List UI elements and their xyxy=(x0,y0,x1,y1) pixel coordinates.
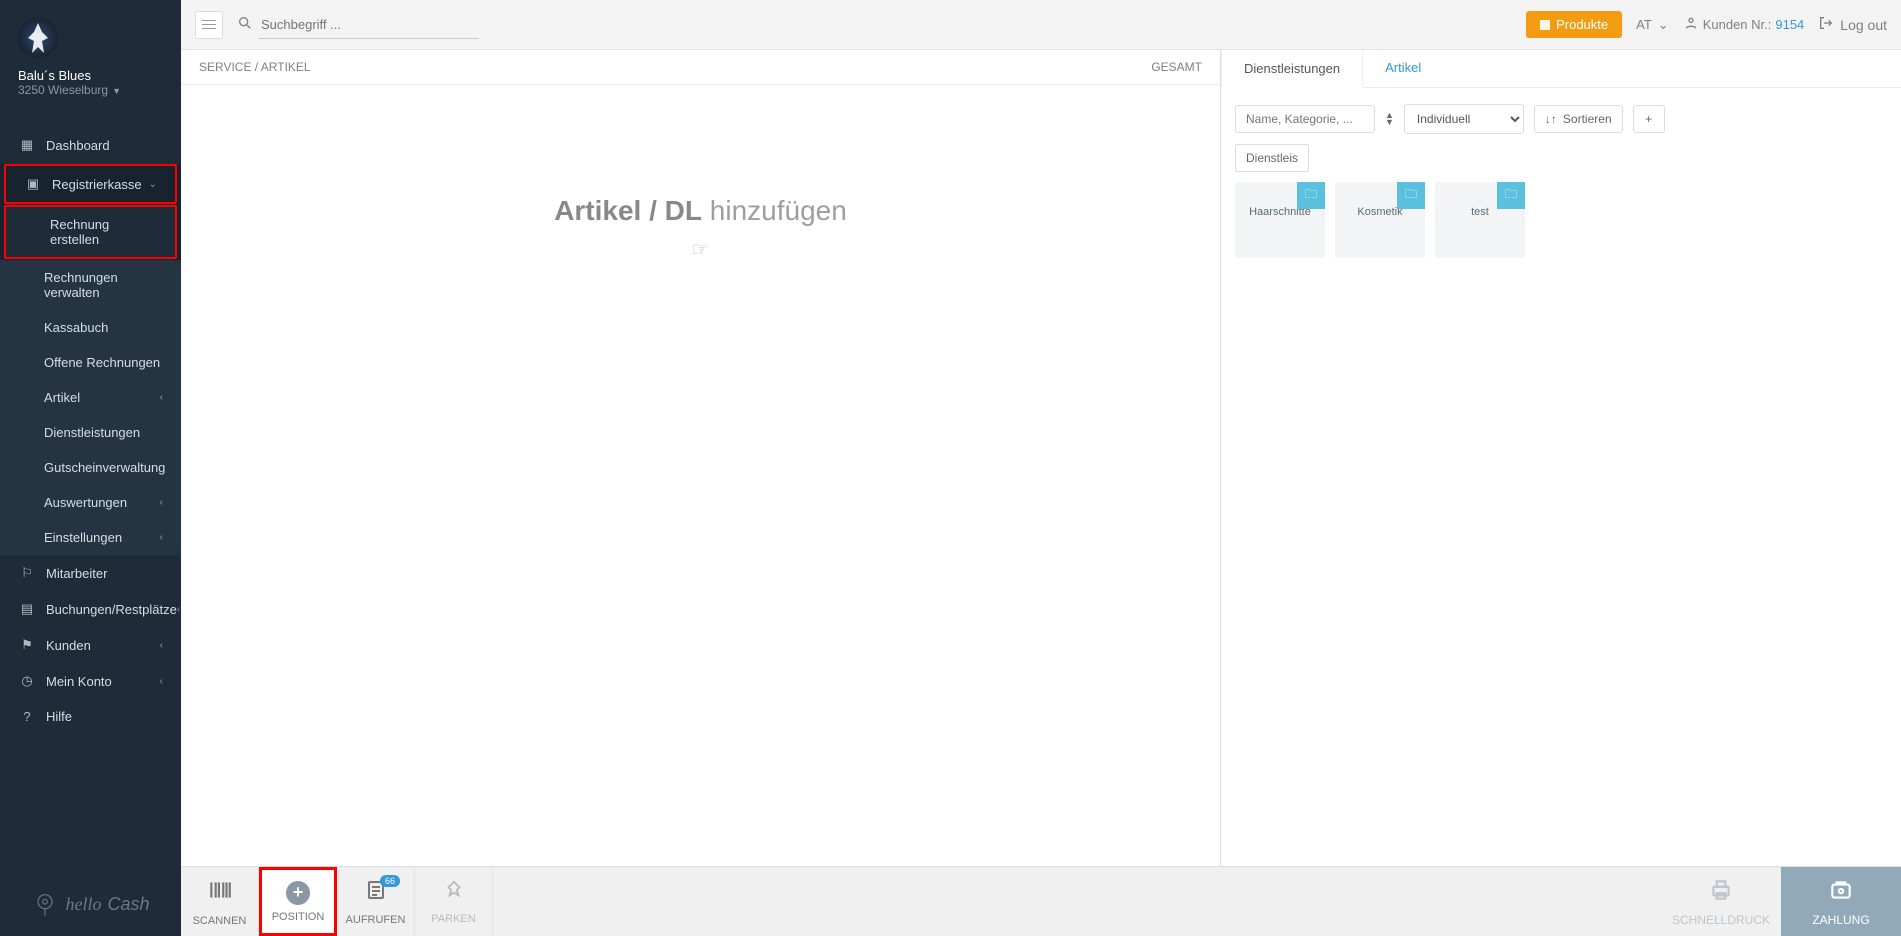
nav-create-invoice[interactable]: Rechnung erstellen xyxy=(6,207,175,257)
nav-staff[interactable]: ⚐Mitarbeiter xyxy=(0,555,181,591)
invoice-columns: SERVICE / ARTIKEL GESAMT xyxy=(181,50,1220,85)
main-area: SERVICE / ARTIKEL GESAMT Artikel / DL hi… xyxy=(181,50,1901,866)
main-nav: ▦Dashboard ▣Registrierkasse ⌄ Rechnung e… xyxy=(0,127,181,734)
user-icon xyxy=(1683,15,1699,34)
nav-account[interactable]: ◷Mein Konto ‹ xyxy=(0,663,181,699)
chevron-left-icon: ‹ xyxy=(160,676,163,687)
nav-manage-invoices[interactable]: Rechnungen verwalten xyxy=(0,260,181,310)
payment-icon xyxy=(1828,877,1854,909)
pin-icon xyxy=(31,890,59,918)
sort-arrows-icon[interactable]: ▲▼ xyxy=(1385,112,1394,126)
footer-left: SCANNEN + POSITION 66 AUFRUFEN PARKEN xyxy=(181,867,493,936)
nav-register[interactable]: ▣Registrierkasse ⌄ xyxy=(6,166,175,202)
search-input[interactable] xyxy=(259,11,479,39)
staff-icon: ⚐ xyxy=(18,565,36,581)
chevron-down-icon: ⌄ xyxy=(149,179,157,190)
catalog-sort-select[interactable]: Individuell xyxy=(1404,104,1524,134)
chevron-left-icon: ‹ xyxy=(177,604,180,615)
catalog-chip[interactable]: Dienstleis xyxy=(1235,144,1309,172)
catalog-filter-input[interactable] xyxy=(1235,105,1375,133)
cash-register-icon: ▣ xyxy=(24,176,42,192)
logout-button[interactable]: Log out xyxy=(1818,15,1887,34)
chevron-left-icon: ‹ xyxy=(160,640,163,651)
sort-icon: ↓↑ xyxy=(1545,112,1557,126)
footer-position[interactable]: + POSITION xyxy=(259,867,337,936)
nav-help[interactable]: ?Hilfe xyxy=(0,699,181,734)
pin-icon xyxy=(443,879,465,907)
customer-number: Kunden Nr.: 9154 xyxy=(1683,15,1805,34)
nav-reports[interactable]: Auswertungen‹ xyxy=(0,485,181,520)
search-icon xyxy=(237,15,253,34)
footer-scan[interactable]: SCANNEN xyxy=(181,867,259,936)
catalog-card-kosmetik[interactable]: 🗀 Kosmetik xyxy=(1335,182,1425,258)
empty-heading: Artikel / DL hinzufügen xyxy=(554,195,847,227)
brand-name: Balu´s Blues xyxy=(18,68,163,83)
chevron-left-icon: ‹ xyxy=(160,392,163,403)
invoice-area: SERVICE / ARTIKEL GESAMT Artikel / DL hi… xyxy=(181,50,1221,866)
avatar[interactable] xyxy=(18,18,58,58)
square-icon xyxy=(1540,20,1550,30)
nav-vouchers[interactable]: Gutscheinverwaltung xyxy=(0,450,181,485)
logout-icon xyxy=(1818,15,1834,34)
footer-zahlung[interactable]: ZAHLUNG xyxy=(1781,867,1901,936)
pointer-icon: ☞ xyxy=(692,237,710,262)
nav-cashbook[interactable]: Kassabuch xyxy=(0,310,181,345)
sidebar: Balu´s Blues 3250 Wieselburg▼ ▦Dashboard… xyxy=(0,0,181,936)
customers-icon: ⚑ xyxy=(18,637,36,653)
nav-items[interactable]: Artikel‹ xyxy=(0,380,181,415)
catalog-card-test[interactable]: 🗀 test xyxy=(1435,182,1525,258)
topbar: Produkte AT ⌄ Kunden Nr.: 9154 Log out xyxy=(181,0,1901,50)
nav-bookings[interactable]: ▤Buchungen/Restplätze ‹ xyxy=(0,591,181,627)
nav-dashboard[interactable]: ▦Dashboard xyxy=(0,127,181,163)
aufrufen-badge: 66 xyxy=(380,875,400,887)
dashboard-icon: ▦ xyxy=(18,137,36,153)
customer-number-value: 9154 xyxy=(1775,17,1804,32)
folder-icon: 🗀 xyxy=(1297,182,1325,209)
col-total: GESAMT xyxy=(1151,60,1202,74)
catalog-chip-row: Dienstleis xyxy=(1221,144,1901,182)
search-wrap xyxy=(237,11,479,39)
region-picker[interactable]: AT ⌄ xyxy=(1636,17,1669,33)
chevron-down-icon: ⌄ xyxy=(1658,17,1669,33)
footer-aufrufen[interactable]: 66 AUFRUFEN xyxy=(337,867,415,936)
catalog-sort-button[interactable]: ↓↑ Sortieren xyxy=(1534,105,1623,133)
catalog-tabs: Dienstleistungen Artikel xyxy=(1221,50,1901,88)
catalog-area: Dienstleistungen Artikel ▲▼ Individuell … xyxy=(1221,50,1901,866)
tab-items[interactable]: Artikel xyxy=(1363,50,1443,87)
footer-right: SCHNELLDRUCK ZAHLUNG xyxy=(1661,867,1901,936)
nav-settings[interactable]: Einstellungen‹ xyxy=(0,520,181,555)
tab-services[interactable]: Dienstleistungen xyxy=(1221,51,1363,88)
hamburger-button[interactable] xyxy=(195,11,223,39)
catalog-toolbar: ▲▼ Individuell ↓↑ Sortieren + xyxy=(1221,88,1901,144)
vendor-logo: hello Cash xyxy=(0,890,181,918)
footer-parken[interactable]: PARKEN xyxy=(415,867,493,936)
invoice-empty-state: Artikel / DL hinzufügen ☞ xyxy=(181,85,1220,866)
footer: SCANNEN + POSITION 66 AUFRUFEN PARKEN xyxy=(181,866,1901,936)
brand-location[interactable]: 3250 Wieselburg▼ xyxy=(18,83,163,97)
folder-icon: 🗀 xyxy=(1397,182,1425,209)
col-service: SERVICE / ARTIKEL xyxy=(199,60,311,74)
chevron-left-icon: ‹ xyxy=(160,497,163,508)
folder-icon: 🗀 xyxy=(1497,182,1525,209)
nav-open-invoices[interactable]: Offene Rechnungen xyxy=(0,345,181,380)
help-icon: ? xyxy=(18,709,36,724)
plus-circle-icon: + xyxy=(286,881,310,905)
catalog-card-haarschnitte[interactable]: 🗀 Haarschnitte xyxy=(1235,182,1325,258)
caret-down-icon: ▼ xyxy=(112,86,121,96)
footer-schnelldruck[interactable]: SCHNELLDRUCK xyxy=(1661,867,1781,936)
catalog-add-button[interactable]: + xyxy=(1633,105,1665,133)
printer-icon xyxy=(1708,877,1734,909)
calendar-icon: ▤ xyxy=(18,601,36,617)
catalog-grid: 🗀 Haarschnitte 🗀 Kosmetik 🗀 test xyxy=(1221,182,1901,258)
nav-services[interactable]: Dienstleistungen xyxy=(0,415,181,450)
nav-customers[interactable]: ⚑Kunden ‹ xyxy=(0,627,181,663)
products-button[interactable]: Produkte xyxy=(1526,11,1622,38)
barcode-icon xyxy=(207,877,233,909)
brand-block: Balu´s Blues 3250 Wieselburg▼ xyxy=(0,0,181,109)
chevron-left-icon: ‹ xyxy=(160,532,163,543)
account-icon: ◷ xyxy=(18,673,36,689)
